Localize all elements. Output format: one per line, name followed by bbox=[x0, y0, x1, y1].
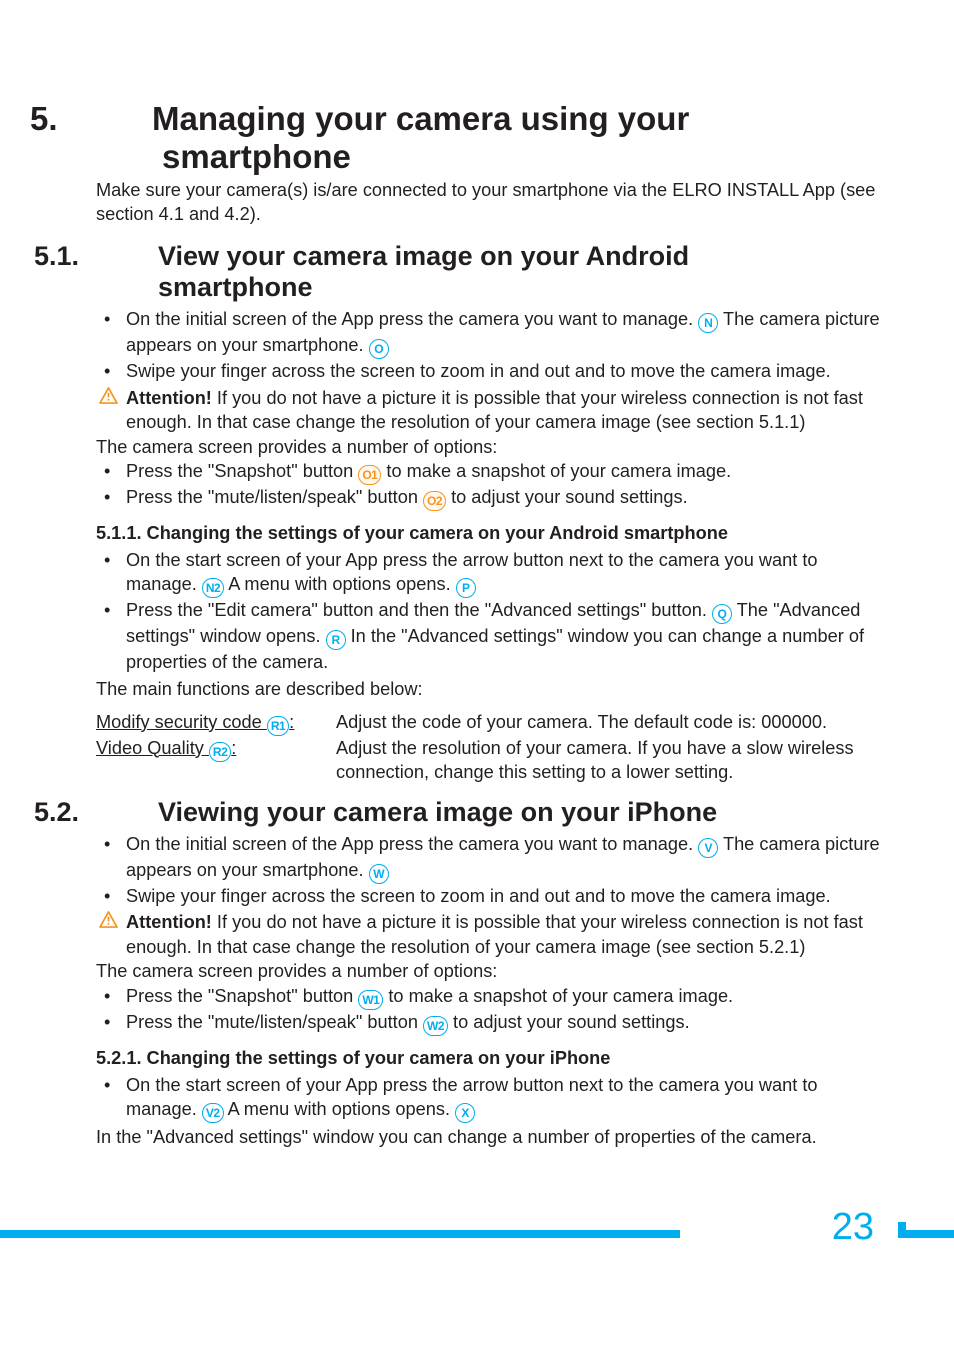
section-5-1-title-line1: View your camera image on your Android bbox=[158, 241, 689, 271]
list-item: Press the "mute/listen/speak" button W2 … bbox=[96, 1010, 886, 1036]
ref-circle-w1: W1 bbox=[358, 990, 383, 1010]
ref-circle-r: R bbox=[326, 630, 346, 650]
bullet-text: Swipe your finger across the screen to z… bbox=[126, 361, 831, 381]
main-functions-intro: The main functions are described below: bbox=[96, 677, 886, 702]
page-number: 23 bbox=[832, 1202, 874, 1253]
ref-circle-r1: R1 bbox=[267, 716, 289, 736]
bullet-text: Press the "mute/listen/speak" button bbox=[126, 487, 423, 507]
ref-circle-v: V bbox=[698, 838, 718, 858]
attention-label: Attention! bbox=[126, 388, 212, 408]
bullet-text: to adjust your sound settings. bbox=[446, 487, 688, 507]
bullet-text: to make a snapshot of your camera image. bbox=[381, 461, 731, 481]
ref-circle-r2: R2 bbox=[209, 742, 231, 762]
ref-circle-v2: V2 bbox=[202, 1103, 224, 1123]
options-intro: The camera screen provides a number of o… bbox=[96, 435, 886, 460]
warning-icon bbox=[99, 911, 118, 928]
ref-circle-w: W bbox=[369, 864, 389, 884]
bullet-text: Press the "Snapshot" button bbox=[126, 986, 358, 1006]
ref-circle-q: Q bbox=[712, 604, 732, 624]
definition-desc: Adjust the code of your camera. The defa… bbox=[336, 710, 886, 736]
chapter-number: 5. bbox=[96, 100, 152, 138]
bullet-text: to make a snapshot of your camera image. bbox=[383, 986, 733, 1006]
ref-circle-p: P bbox=[456, 578, 476, 598]
section-5-1-number: 5.1. bbox=[96, 241, 158, 272]
bullet-text: On the initial screen of the App press t… bbox=[126, 309, 698, 329]
definition-term: Modify security code R1: bbox=[96, 710, 336, 736]
definition-desc: Adjust the resolution of your camera. If… bbox=[336, 736, 886, 785]
bullet-text: Press the "Edit camera" button and then … bbox=[126, 600, 712, 620]
section-5-2-title: Viewing your camera image on your iPhone bbox=[158, 797, 717, 827]
bullet-text: Press the "Snapshot" button bbox=[126, 461, 358, 481]
footer-bar-right bbox=[898, 1230, 954, 1238]
attention-text: If you do not have a picture it is possi… bbox=[126, 388, 863, 433]
ref-circle-w2: W2 bbox=[423, 1016, 448, 1036]
ref-circle-n: N bbox=[698, 313, 718, 333]
bullet-text: to adjust your sound settings. bbox=[448, 1012, 690, 1032]
bullet-text: A menu with options opens. bbox=[224, 1099, 456, 1119]
definition-list: Modify security code R1: Adjust the code… bbox=[96, 710, 886, 785]
ref-circle-o1: O1 bbox=[358, 465, 381, 485]
attention-note: Attention! If you do not have a picture … bbox=[96, 910, 886, 959]
attention-note: Attention! If you do not have a picture … bbox=[96, 386, 886, 435]
footer-bar-left bbox=[0, 1230, 680, 1238]
page-footer: 23 bbox=[96, 1200, 886, 1262]
list-item: Swipe your finger across the screen to z… bbox=[96, 359, 886, 384]
ref-circle-o: O bbox=[369, 339, 389, 359]
ref-circle-x: X bbox=[455, 1103, 475, 1123]
attention-label: Attention! bbox=[126, 912, 212, 932]
list-item: On the initial screen of the App press t… bbox=[96, 832, 886, 884]
chapter-heading: 5.Managing your camera using your smartp… bbox=[126, 100, 886, 176]
list-item: On the start screen of your App press th… bbox=[96, 548, 886, 599]
list-item: Press the "Snapshot" button O1 to make a… bbox=[96, 459, 886, 485]
definition-term: Video Quality R2: bbox=[96, 736, 336, 785]
chapter-intro: Make sure your camera(s) is/are connecte… bbox=[96, 178, 886, 227]
bullet-text: Swipe your finger across the screen to z… bbox=[126, 886, 831, 906]
options-intro: The camera screen provides a number of o… bbox=[96, 959, 886, 984]
list-item: Press the "Snapshot" button W1 to make a… bbox=[96, 984, 886, 1010]
list-item: On the initial screen of the App press t… bbox=[96, 307, 886, 359]
section-5-1-title-line2: smartphone bbox=[158, 272, 313, 302]
term-modify-security-code: Modify security code R1: bbox=[96, 712, 294, 732]
list-item: Press the "Edit camera" button and then … bbox=[96, 598, 886, 675]
term-video-quality: Video Quality R2: bbox=[96, 738, 236, 758]
list-item: Swipe your finger across the screen to z… bbox=[96, 884, 886, 909]
chapter-title-line1: Managing your camera using your bbox=[152, 100, 689, 137]
attention-text: If you do not have a picture it is possi… bbox=[126, 912, 863, 957]
section-5-2-heading: 5.2.Viewing your camera image on your iP… bbox=[96, 797, 886, 828]
subsection-5-1-1-heading: 5.1.1. Changing the settings of your cam… bbox=[96, 521, 886, 546]
list-item: Press the "mute/listen/speak" button O2 … bbox=[96, 485, 886, 511]
bullet-text: Press the "mute/listen/speak" button bbox=[126, 1012, 423, 1032]
section-5-2-number: 5.2. bbox=[96, 797, 158, 828]
advanced-settings-text: In the "Advanced settings" window you ca… bbox=[96, 1125, 886, 1150]
section-5-1-heading: 5.1.View your camera image on your Andro… bbox=[96, 241, 886, 303]
bullet-text: A menu with options opens. bbox=[224, 574, 456, 594]
list-item: On the start screen of your App press th… bbox=[96, 1073, 886, 1124]
chapter-title-line2: smartphone bbox=[162, 138, 351, 175]
ref-circle-o2: O2 bbox=[423, 491, 446, 511]
ref-circle-n2: N2 bbox=[202, 578, 224, 598]
subsection-5-2-1-heading: 5.2.1. Changing the settings of your cam… bbox=[96, 1046, 886, 1071]
warning-icon bbox=[99, 387, 118, 404]
bullet-text: On the initial screen of the App press t… bbox=[126, 834, 698, 854]
